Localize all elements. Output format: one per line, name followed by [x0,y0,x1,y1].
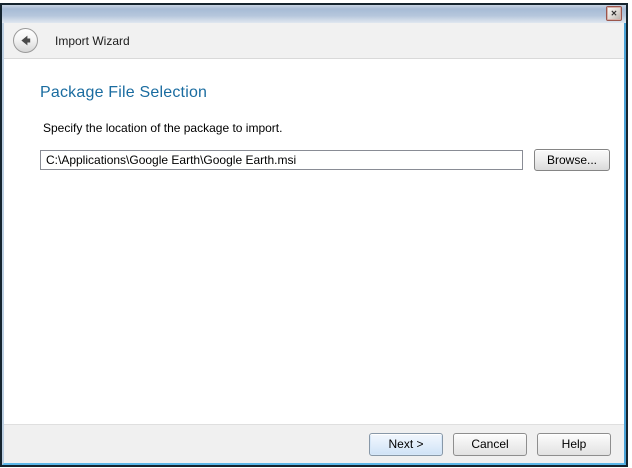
titlebar[interactable]: ✕ [2,5,626,23]
help-button[interactable]: Help [537,433,611,456]
content-area: Package File Selection Specify the locat… [4,59,624,424]
back-button[interactable] [13,28,38,53]
close-button[interactable]: ✕ [606,6,622,21]
back-arrow-icon [19,34,32,47]
wizard-header: Import Wizard [4,23,624,59]
cancel-button[interactable]: Cancel [453,433,527,456]
page-title: Package File Selection [40,84,624,102]
package-path-input[interactable] [40,150,523,170]
wizard-title: Import Wizard [55,34,130,48]
file-selection-row: Browse... [40,150,624,171]
close-icon: ✕ [611,10,618,18]
instruction-text: Specify the location of the package to i… [43,121,624,135]
footer-bar: Next > Cancel Help [4,424,624,463]
import-wizard-window: ✕ Import Wizard Package File Selection S… [0,3,628,467]
browse-button[interactable]: Browse... [534,149,610,171]
window-frame: Import Wizard Package File Selection Spe… [2,23,626,465]
next-button[interactable]: Next > [369,433,443,456]
